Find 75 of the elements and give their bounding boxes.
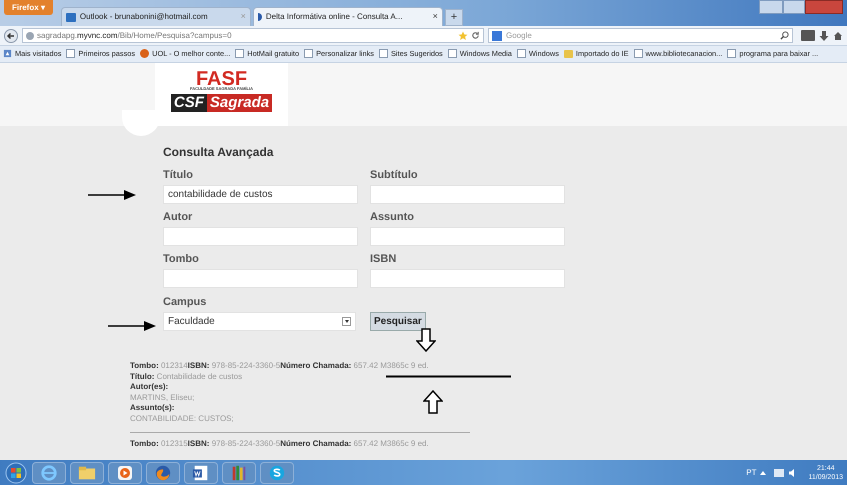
browser-tab[interactable]: Outlook - brunabonini@hotmail.com × bbox=[60, 7, 251, 26]
result-summary: Tombo: 012314ISBN: 978-85-224-3360-5Número Chamada: 657.42 M3865c 9 ed. bbox=[130, 361, 429, 372]
maximize-button[interactable] bbox=[783, 0, 805, 14]
dropdown-caret-icon bbox=[342, 317, 351, 326]
star-icon[interactable] bbox=[458, 30, 468, 40]
result-value: MARTINS, Eliseu; bbox=[130, 392, 194, 403]
page-icon bbox=[304, 49, 314, 58]
download-icon[interactable] bbox=[819, 30, 829, 42]
field-label: Título bbox=[163, 168, 194, 182]
page-icon bbox=[235, 49, 244, 58]
campus-select[interactable]: Faculdade bbox=[163, 312, 356, 331]
form-heading: Consulta Avançada bbox=[163, 144, 274, 160]
down-arrow-annotation bbox=[416, 328, 436, 352]
books-icon bbox=[230, 464, 248, 482]
tab-close-button[interactable]: × bbox=[432, 10, 438, 24]
field-label: Assunto bbox=[370, 210, 415, 224]
text-field[interactable] bbox=[370, 269, 565, 288]
field-label: Tombo bbox=[163, 252, 200, 266]
play-icon bbox=[117, 464, 133, 480]
page-icon bbox=[448, 49, 457, 58]
right-arrow-annotation bbox=[88, 190, 136, 200]
text-field[interactable] bbox=[163, 227, 358, 246]
page-icon bbox=[378, 49, 388, 58]
result-detail: Título: Contabilidade de custos bbox=[130, 372, 242, 382]
field-label: Subtítulo bbox=[370, 168, 419, 182]
address-bar[interactable]: sagradapg.myvnc.com/Bib/Home/Pesquisa?campus=0 bbox=[22, 28, 484, 43]
result-value: CONTABILIDADE: CUSTOS; bbox=[130, 414, 234, 424]
text-field[interactable]: contabilidade de custos bbox=[163, 185, 358, 204]
tab-title: Outlook - brunabonini@hotmail.com bbox=[80, 11, 209, 23]
field-label: ISBN bbox=[370, 252, 398, 266]
search-button[interactable]: Pesquisar bbox=[370, 312, 426, 331]
s-letter-icon bbox=[268, 464, 286, 482]
field-label: Campus bbox=[163, 295, 208, 309]
taskbar-app-button[interactable] bbox=[108, 462, 142, 484]
taskbar-app-button[interactable] bbox=[222, 462, 256, 484]
bookmarks-icon bbox=[3, 49, 12, 58]
field-label: Autor bbox=[163, 210, 194, 224]
search-placeholder: Google bbox=[506, 30, 533, 42]
google-icon bbox=[492, 30, 502, 40]
document-icon bbox=[192, 464, 210, 482]
folder-icon bbox=[78, 464, 96, 480]
page-icon bbox=[258, 13, 262, 21]
search-icon[interactable] bbox=[780, 31, 789, 40]
home-icon[interactable] bbox=[833, 30, 843, 40]
page-icon bbox=[516, 49, 526, 58]
close-button[interactable] bbox=[805, 0, 843, 14]
fox-globe-icon bbox=[154, 464, 172, 482]
taskbar-app-button[interactable] bbox=[260, 462, 294, 484]
text-field[interactable] bbox=[370, 227, 565, 246]
browser-icon bbox=[40, 464, 58, 482]
page-icon bbox=[66, 49, 76, 58]
url-text: sagradapg.myvnc.com/Bib/Home/Pesquisa?campus=0 bbox=[37, 30, 232, 42]
page-icon bbox=[634, 49, 642, 58]
result-summary: Tombo: 012315ISBN: 978-85-224-3360-5Número Chamada: 657.42 M3865c 9 ed. bbox=[130, 439, 429, 450]
right-arrow-annotation bbox=[108, 321, 156, 331]
tab-title: Delta Informátiva online - Consulta A... bbox=[266, 11, 404, 23]
reload-icon[interactable] bbox=[471, 31, 480, 40]
text-field[interactable] bbox=[163, 269, 358, 288]
language-indicator[interactable]: PT bbox=[746, 466, 756, 478]
result-label: Assunto(s): bbox=[130, 403, 174, 414]
minimize-button[interactable] bbox=[759, 0, 783, 14]
result-label: Autor(es): bbox=[130, 382, 168, 392]
up-arrow-annotation bbox=[423, 390, 443, 414]
mail-icon bbox=[66, 12, 76, 22]
text-field[interactable] bbox=[370, 185, 565, 204]
network-icon[interactable] bbox=[774, 468, 784, 476]
up-caret-icon[interactable] bbox=[760, 470, 766, 475]
taskbar-app-button[interactable] bbox=[146, 462, 180, 484]
start-button[interactable] bbox=[4, 462, 28, 484]
browser-tab[interactable]: Delta Informátiva online - Consulta A... × bbox=[252, 7, 443, 26]
page-icon bbox=[727, 49, 736, 58]
taskbar-app-button[interactable] bbox=[184, 462, 218, 484]
new-tab-button[interactable]: + bbox=[444, 9, 463, 26]
folder-icon bbox=[564, 50, 573, 58]
globe-icon bbox=[26, 32, 34, 40]
